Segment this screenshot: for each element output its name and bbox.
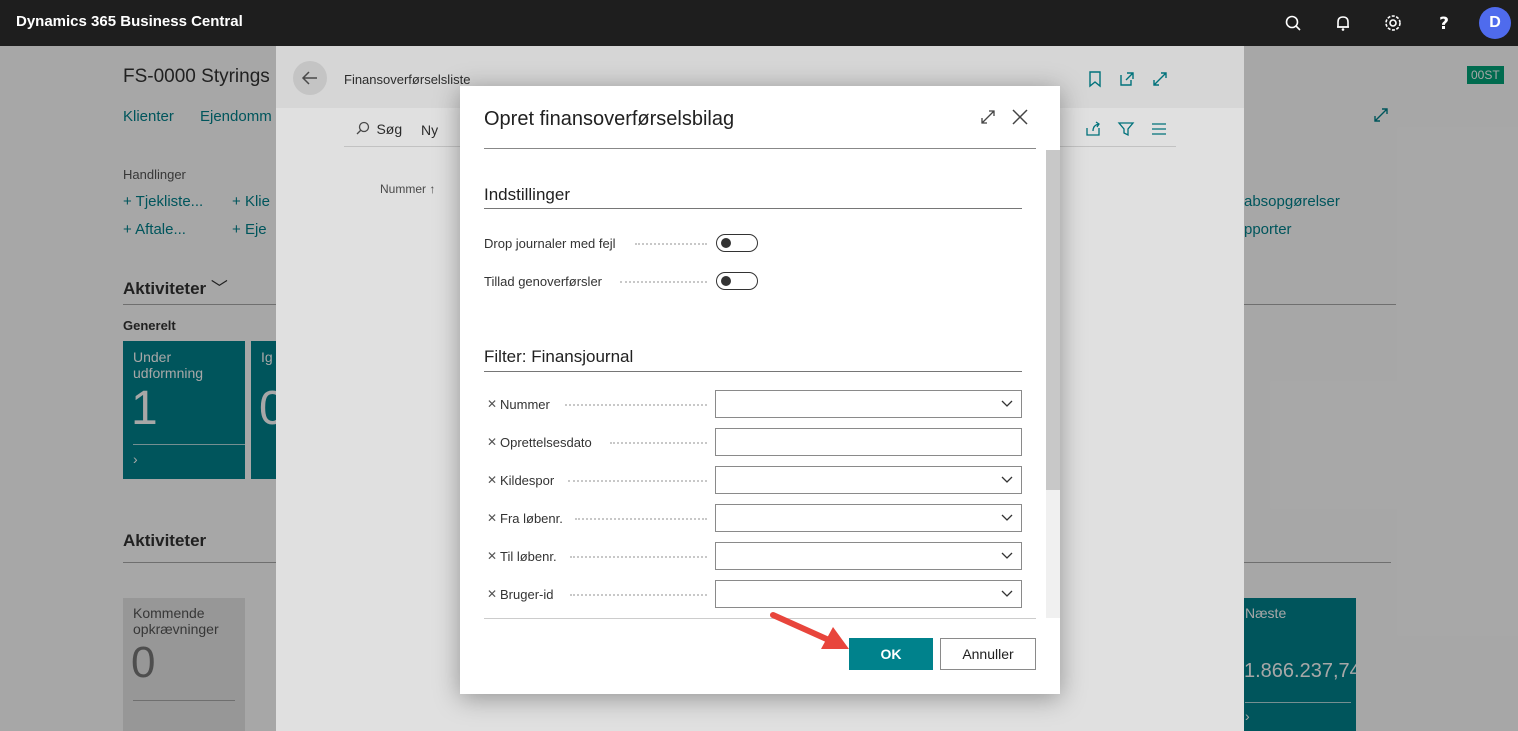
close-icon[interactable] bbox=[1010, 107, 1030, 132]
toggle-knob bbox=[721, 276, 731, 286]
toggle-knob bbox=[721, 238, 731, 248]
chevron-down-icon bbox=[1001, 476, 1013, 483]
scrollbar-thumb[interactable] bbox=[1046, 150, 1060, 490]
remove-filter-icon[interactable]: ✕ bbox=[487, 587, 497, 601]
dotted-leader bbox=[620, 281, 707, 283]
filter-label-user-id: Bruger-id bbox=[500, 587, 554, 602]
settings-section-title: Indstillinger bbox=[484, 185, 570, 204]
ok-button[interactable]: OK bbox=[849, 638, 933, 670]
dotted-leader bbox=[565, 404, 707, 406]
filter-label-from-entry: Fra løbenr. bbox=[500, 511, 563, 526]
top-bar: Dynamics 365 Business Central ? D bbox=[0, 0, 1518, 46]
toggle-label-drop-journals: Drop journaler med fejl bbox=[484, 236, 616, 251]
dotted-leader bbox=[575, 518, 707, 520]
cancel-button[interactable]: Annuller bbox=[940, 638, 1036, 670]
chevron-down-icon bbox=[1001, 400, 1013, 407]
svg-text:?: ? bbox=[1439, 14, 1449, 34]
dotted-leader bbox=[570, 594, 707, 596]
remove-filter-icon[interactable]: ✕ bbox=[487, 397, 497, 411]
number-filter-input[interactable] bbox=[715, 390, 1022, 418]
drop-journals-toggle[interactable] bbox=[716, 234, 758, 252]
dotted-leader bbox=[568, 480, 707, 482]
filter-label-number: Nummer bbox=[500, 397, 550, 412]
expand-icon[interactable] bbox=[979, 108, 997, 131]
filter-label-created-date: Oprettelsesdato bbox=[500, 435, 592, 450]
divider bbox=[484, 618, 1036, 619]
allow-retransfer-toggle[interactable] bbox=[716, 272, 758, 290]
chevron-down-icon bbox=[1001, 590, 1013, 597]
remove-filter-icon[interactable]: ✕ bbox=[487, 473, 497, 487]
filter-label-source-code: Kildespor bbox=[500, 473, 555, 488]
chevron-down-icon bbox=[1001, 514, 1013, 521]
filter-label-to-entry: Til løbenr. bbox=[500, 549, 557, 564]
avatar[interactable]: D bbox=[1479, 7, 1511, 39]
dotted-leader bbox=[570, 556, 707, 558]
gear-icon[interactable] bbox=[1380, 10, 1406, 36]
remove-filter-icon[interactable]: ✕ bbox=[487, 435, 497, 449]
dotted-leader bbox=[635, 243, 707, 245]
divider bbox=[484, 208, 1022, 209]
to-entry-filter-input[interactable] bbox=[715, 542, 1022, 570]
remove-filter-icon[interactable]: ✕ bbox=[487, 549, 497, 563]
source-code-filter-input[interactable] bbox=[715, 466, 1022, 494]
divider bbox=[484, 148, 1036, 149]
bell-icon[interactable] bbox=[1330, 10, 1356, 36]
dotted-leader bbox=[610, 442, 707, 444]
create-transfer-dialog: Opret finansoverførselsbilag Indstilling… bbox=[460, 86, 1060, 694]
filter-section-title: Filter: Finansjournal bbox=[484, 347, 634, 366]
created-date-filter-input[interactable] bbox=[715, 428, 1022, 456]
divider bbox=[484, 371, 1022, 372]
toggle-label-allow-retransfer: Tillad genoverførsler bbox=[484, 274, 603, 289]
help-icon[interactable]: ? bbox=[1431, 10, 1457, 36]
app-title: Dynamics 365 Business Central bbox=[16, 13, 243, 30]
from-entry-filter-input[interactable] bbox=[715, 504, 1022, 532]
remove-filter-icon[interactable]: ✕ bbox=[487, 511, 497, 525]
search-icon[interactable] bbox=[1280, 10, 1306, 36]
dialog-title: Opret finansoverførselsbilag bbox=[484, 108, 735, 130]
red-arrow-icon bbox=[770, 612, 849, 649]
chevron-down-icon bbox=[1001, 552, 1013, 559]
user-id-filter-input[interactable] bbox=[715, 580, 1022, 608]
